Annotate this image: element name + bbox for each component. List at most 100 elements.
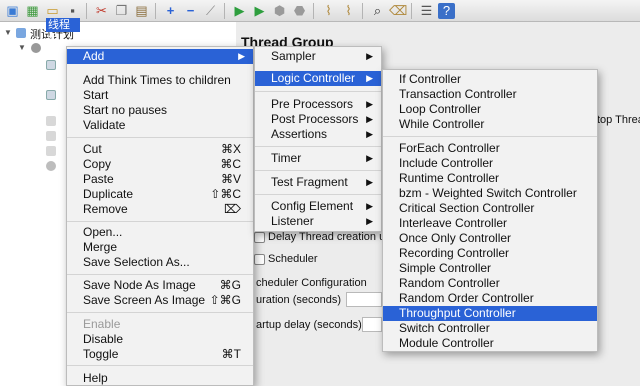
menu-item-throughput-controller[interactable]: Throughput Controller — [383, 306, 597, 321]
menu-item-logic-controller[interactable]: Logic Controller ▶ — [255, 71, 381, 86]
menu-item-listener[interactable]: Listener ▶ — [255, 214, 381, 229]
scheduler-checkbox[interactable] — [254, 254, 265, 265]
toggle-icon[interactable]: ⟋ — [202, 3, 219, 19]
menu-item-interleave-controller[interactable]: Interleave Controller — [383, 216, 597, 231]
delay-thread-checkbox[interactable] — [254, 232, 265, 243]
listener-node-icon[interactable] — [46, 161, 56, 171]
menu-item-weighted-switch-controller[interactable]: bzm - Weighted Switch Controller — [383, 186, 597, 201]
logic-controller-submenu: If Controller Transaction Controller Loo… — [382, 69, 598, 352]
test-plan-icon — [16, 28, 26, 38]
menu-item-save-screen-as-image[interactable]: Save Screen As Image ⇧⌘G — [67, 293, 253, 308]
menu-item-random-order-controller[interactable]: Random Order Controller — [383, 291, 597, 306]
menu-item-open[interactable]: Open... — [67, 225, 253, 240]
menu-item-pre-processors[interactable]: Pre Processors ▶ — [255, 97, 381, 112]
toolbar-separator — [224, 3, 225, 19]
function-helper-icon[interactable]: ☰ — [418, 3, 435, 19]
collapse-icon[interactable]: − — [182, 3, 199, 19]
sampler-node-icon[interactable] — [46, 60, 56, 70]
help-icon[interactable]: ? — [438, 3, 455, 19]
menu-item-module-controller[interactable]: Module Controller — [383, 336, 597, 351]
menu-item-start-no-pauses[interactable]: Start no pauses — [67, 103, 253, 118]
expand-icon[interactable]: + — [162, 3, 179, 19]
menu-separator — [67, 221, 253, 222]
listener-node-icon[interactable] — [46, 116, 56, 126]
menu-item-recording-controller[interactable]: Recording Controller — [383, 246, 597, 261]
save-icon[interactable]: ▪ — [64, 3, 81, 19]
toolbar: ▣ ▦ ▭ ▪ ✂ ❐ ▤ + − ⟋ ▶ ▶ ⬢ ⬣ ⌇ ⌇ ⌕ ⌫ ☰ ? — [0, 0, 640, 22]
startup-delay-input[interactable] — [362, 317, 382, 332]
stop-icon[interactable]: ⬢ — [271, 3, 288, 19]
start-icon[interactable]: ▶ — [231, 3, 248, 19]
menu-separator — [255, 170, 381, 171]
menu-item-runtime-controller[interactable]: Runtime Controller — [383, 171, 597, 186]
menu-item-loop-controller[interactable]: Loop Controller — [383, 102, 597, 117]
open-icon[interactable]: ▭ — [44, 3, 61, 19]
scheduler-label: Scheduler — [268, 253, 318, 265]
menu-separator — [383, 136, 597, 137]
tree-node-thread-group[interactable]: 线程组 — [46, 18, 80, 45]
menu-separator — [255, 194, 381, 195]
menu-item-save-selection-as[interactable]: Save Selection As... — [67, 255, 253, 270]
reset-search-icon[interactable]: ⌫ — [389, 3, 407, 19]
menu-item-add[interactable]: Add ▶ — [67, 49, 253, 64]
clear-icon[interactable]: ⌇ — [320, 3, 337, 19]
menu-item-switch-controller[interactable]: Switch Controller — [383, 321, 597, 336]
menu-item-paste[interactable]: Paste ⌘V — [67, 172, 253, 187]
menu-item-once-only-controller[interactable]: Once Only Controller — [383, 231, 597, 246]
menu-item-enable: Enable — [83, 317, 121, 331]
menu-item-assertions[interactable]: Assertions ▶ — [255, 127, 381, 142]
menu-item-validate[interactable]: Validate — [67, 118, 253, 133]
search-icon[interactable]: ⌕ — [369, 3, 386, 19]
expand-triangle-icon[interactable]: ▼ — [18, 43, 26, 52]
paste-icon[interactable]: ▤ — [133, 3, 150, 19]
menu-item-sampler[interactable]: Sampler ▶ — [255, 49, 381, 64]
menu-item-foreach-controller[interactable]: ForEach Controller — [383, 141, 597, 156]
menu-item-help[interactable]: Help — [67, 371, 253, 386]
new-icon[interactable]: ▣ — [4, 3, 21, 19]
menu-item-remove[interactable]: Remove ⌦ — [67, 202, 253, 217]
menu-item-start[interactable]: Start — [67, 88, 253, 103]
menu-item-random-controller[interactable]: Random Controller — [383, 276, 597, 291]
context-menu: Add ▶ Add Think Times to children Start S… — [66, 46, 254, 386]
stop-thread-label: top Threa — [597, 114, 640, 126]
menu-item-test-fragment[interactable]: Test Fragment ▶ — [255, 175, 381, 190]
thread-group-icon — [31, 43, 41, 53]
menu-separator — [255, 146, 381, 147]
menu-item-add-think-times[interactable]: Add Think Times to children — [67, 73, 253, 88]
startup-delay-label: artup delay (seconds) — [256, 319, 362, 331]
start-no-pause-icon[interactable]: ▶ — [251, 3, 268, 19]
listener-node-icon[interactable] — [46, 131, 56, 141]
toolbar-separator — [86, 3, 87, 19]
duration-input[interactable] — [346, 292, 382, 307]
shutdown-icon[interactable]: ⬣ — [291, 3, 308, 19]
menu-item-save-node-as-image[interactable]: Save Node As Image ⌘G — [67, 278, 253, 293]
scheduler-configuration-heading: cheduler Configuration — [256, 277, 367, 289]
menu-item-if-controller[interactable]: If Controller — [383, 72, 597, 87]
toolbar-separator — [411, 3, 412, 19]
sampler-node-icon[interactable] — [46, 90, 56, 100]
menu-item-copy[interactable]: Copy ⌘C — [67, 157, 253, 172]
menu-item-post-processors[interactable]: Post Processors ▶ — [255, 112, 381, 127]
copy-icon[interactable]: ❐ — [113, 3, 130, 19]
menu-separator — [67, 137, 253, 138]
menu-item-critical-section-controller[interactable]: Critical Section Controller — [383, 201, 597, 216]
menu-item-config-element[interactable]: Config Element ▶ — [255, 199, 381, 214]
menu-item-simple-controller[interactable]: Simple Controller — [383, 261, 597, 276]
menu-item-cut[interactable]: Cut ⌘X — [67, 142, 253, 157]
menu-item-merge[interactable]: Merge — [67, 240, 253, 255]
listener-node-icon[interactable] — [46, 146, 56, 156]
toolbar-separator — [362, 3, 363, 19]
menu-item-duplicate[interactable]: Duplicate ⇧⌘C — [67, 187, 253, 202]
menu-item-disable[interactable]: Disable — [67, 332, 253, 347]
menu-item-include-controller[interactable]: Include Controller — [383, 156, 597, 171]
cut-icon[interactable]: ✂ — [93, 3, 110, 19]
menu-separator — [67, 312, 253, 313]
menu-item-transaction-controller[interactable]: Transaction Controller — [383, 87, 597, 102]
duration-label: uration (seconds) — [256, 294, 341, 306]
expand-triangle-icon[interactable]: ▼ — [4, 28, 12, 37]
menu-item-timer[interactable]: Timer ▶ — [255, 151, 381, 166]
clear-all-icon[interactable]: ⌇ — [340, 3, 357, 19]
menu-item-toggle[interactable]: Toggle ⌘T — [67, 347, 253, 362]
menu-item-while-controller[interactable]: While Controller — [383, 117, 597, 132]
templates-icon[interactable]: ▦ — [24, 3, 41, 19]
